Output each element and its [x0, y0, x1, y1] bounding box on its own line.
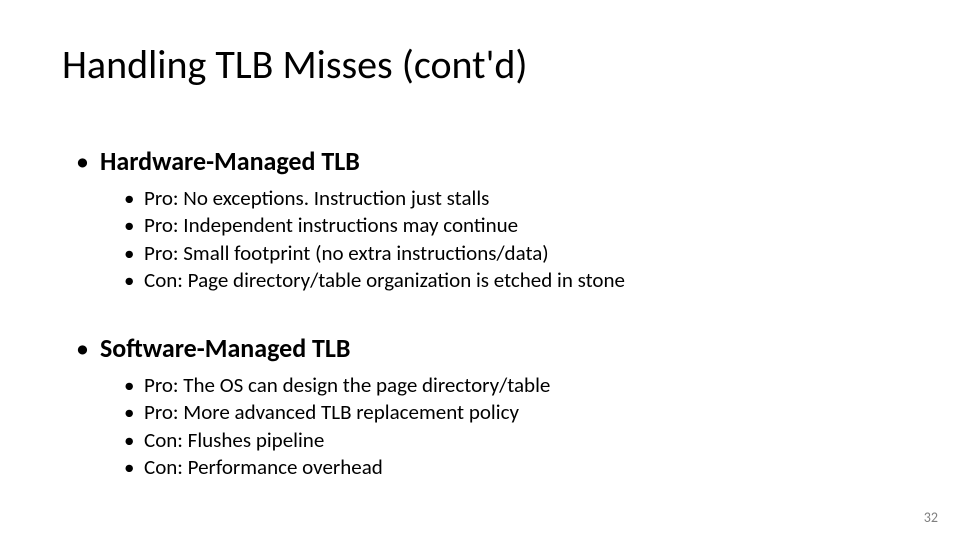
item-text: Pro: Independent instructions may contin… [144, 212, 518, 239]
bullet-icon: • [124, 454, 144, 481]
item-text: Pro: No exceptions. Instruction just sta… [144, 185, 489, 212]
item-text: Con: Flushes pipeline [144, 427, 324, 454]
section-hardware: • Hardware-Managed TLB •Pro: No exceptio… [76, 145, 625, 294]
bullet-icon: • [124, 185, 144, 212]
item-text: Con: Page directory/table organization i… [144, 267, 625, 294]
list-item: •Con: Performance overhead [124, 454, 550, 481]
bullet-icon: • [124, 267, 144, 294]
list-item: •Pro: More advanced TLB replacement poli… [124, 399, 550, 426]
list-item: •Pro: Small footprint (no extra instruct… [124, 240, 625, 267]
bullet-icon: • [124, 399, 144, 426]
item-text: Pro: Small footprint (no extra instructi… [144, 240, 549, 267]
bullet-icon: • [124, 212, 144, 239]
list-item: •Pro: Independent instructions may conti… [124, 212, 625, 239]
bullet-icon: • [76, 145, 100, 177]
section-heading-text: Hardware-Managed TLB [100, 145, 360, 177]
list-item: •Con: Flushes pipeline [124, 427, 550, 454]
bullet-icon: • [124, 240, 144, 267]
list-item: •Con: Page directory/table organization … [124, 267, 625, 294]
item-text: Pro: More advanced TLB replacement polic… [144, 399, 519, 426]
section-heading: • Hardware-Managed TLB [76, 145, 625, 177]
slide-title: Handling TLB Misses (cont'd) [62, 40, 528, 89]
list-item: •Pro: The OS can design the page directo… [124, 372, 550, 399]
bullet-icon: • [76, 332, 100, 364]
list-item: •Pro: No exceptions. Instruction just st… [124, 185, 625, 212]
item-list: •Pro: The OS can design the page directo… [124, 372, 550, 481]
section-software: • Software-Managed TLB •Pro: The OS can … [76, 332, 550, 481]
section-heading-text: Software-Managed TLB [100, 332, 350, 364]
bullet-icon: • [124, 427, 144, 454]
section-heading: • Software-Managed TLB [76, 332, 550, 364]
item-list: •Pro: No exceptions. Instruction just st… [124, 185, 625, 294]
item-text: Pro: The OS can design the page director… [144, 372, 550, 399]
bullet-icon: • [124, 372, 144, 399]
slide: Handling TLB Misses (cont'd) • Hardware-… [0, 0, 960, 540]
page-number: 32 [924, 509, 938, 526]
item-text: Con: Performance overhead [144, 454, 383, 481]
